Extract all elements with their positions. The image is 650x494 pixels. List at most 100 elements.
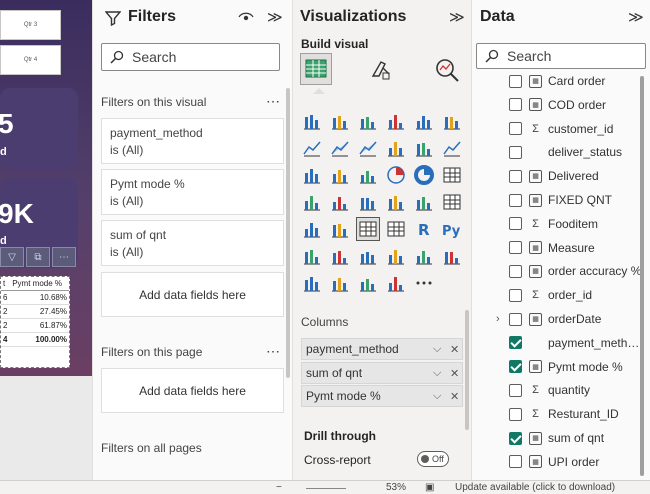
table-visual[interactable]: t Pymt mode % 6 10.68% 2 27.45% 2 61.87%… <box>0 276 70 368</box>
field-checkbox[interactable] <box>509 360 522 374</box>
search-input[interactable]: Search <box>476 43 646 69</box>
field-row[interactable]: Σquantity <box>472 379 642 401</box>
search-input[interactable]: Search <box>101 43 280 71</box>
r-script-icon[interactable]: R <box>413 218 435 240</box>
waterfall-icon[interactable] <box>301 164 323 186</box>
100-column-icon[interactable] <box>441 110 463 132</box>
zoom-level[interactable]: 53% <box>386 482 406 493</box>
chevron-down-icon[interactable]: ⌵ <box>433 367 441 380</box>
field-row[interactable]: ▦ Measure <box>472 237 642 259</box>
qa-icon[interactable] <box>357 245 379 267</box>
field-checkbox[interactable] <box>509 288 522 302</box>
remove-icon[interactable]: ✕ <box>450 367 459 380</box>
field-row[interactable]: payment_meth… <box>472 332 642 354</box>
ribbon-icon[interactable] <box>441 137 463 159</box>
donut-icon[interactable] <box>413 164 435 186</box>
scrollbar[interactable] <box>640 76 644 476</box>
key-influencers-icon[interactable] <box>301 245 323 267</box>
column-well-item[interactable]: sum of qnt ⌵ ✕ <box>301 362 463 384</box>
power-apps-icon[interactable] <box>301 272 323 294</box>
field-row[interactable]: ▦ sum of qnt <box>472 427 642 449</box>
collapse-pane-icon[interactable]: ≫ <box>267 8 283 26</box>
field-row[interactable]: Σcustomer_id <box>472 118 642 140</box>
filter-icon[interactable]: ▽ <box>0 247 24 267</box>
field-checkbox[interactable] <box>509 383 522 397</box>
field-checkbox[interactable] <box>509 193 522 207</box>
filled-map-icon[interactable] <box>329 191 351 213</box>
arrow-icon[interactable] <box>385 272 407 294</box>
more-options-icon[interactable]: ⋯ <box>266 93 280 110</box>
chevron-down-icon[interactable]: ⌵ <box>433 390 441 403</box>
column-well-item[interactable]: payment_method ⌵ ✕ <box>301 338 463 360</box>
field-checkbox[interactable] <box>509 336 522 350</box>
field-checkbox[interactable] <box>509 431 522 445</box>
field-row[interactable]: Σorder_id <box>472 284 642 306</box>
line-clustered-icon[interactable] <box>413 137 435 159</box>
matrix-icon[interactable] <box>385 218 407 240</box>
format-brush-icon[interactable] <box>369 58 393 82</box>
eye-icon[interactable] <box>238 11 254 23</box>
paginated-icon[interactable] <box>441 245 463 267</box>
field-checkbox[interactable] <box>509 217 522 231</box>
stacked-area-icon[interactable] <box>357 137 379 159</box>
tab-fields[interactable] <box>300 53 332 85</box>
field-row[interactable]: Σ Fooditem <box>472 213 642 235</box>
clustered-column-icon[interactable] <box>385 110 407 132</box>
field-checkbox[interactable] <box>509 169 522 183</box>
goals-icon[interactable] <box>413 245 435 267</box>
filter-card[interactable]: payment_method is (All) <box>101 118 284 164</box>
slicer-button-qtr3[interactable]: Qtr 3 <box>0 10 61 40</box>
map-icon[interactable] <box>301 191 323 213</box>
field-row[interactable]: ▦ order accuracy % <box>472 260 642 282</box>
remove-icon[interactable]: ✕ <box>450 390 459 403</box>
field-row[interactable]: ▦ UPI order <box>472 451 642 473</box>
focus-mode-icon[interactable]: ⧉ <box>26 247 50 267</box>
azure-map-icon[interactable] <box>357 191 379 213</box>
field-row[interactable]: ▦ Delivered <box>472 165 642 187</box>
more-options-icon[interactable]: ⋯ <box>266 343 280 360</box>
field-checkbox[interactable] <box>509 264 522 278</box>
scrollbar[interactable] <box>286 88 290 378</box>
line-icon[interactable] <box>301 137 323 159</box>
cross-report-toggle[interactable]: Off <box>417 451 449 467</box>
gauge-icon[interactable] <box>385 191 407 213</box>
pie-icon[interactable] <box>385 164 407 186</box>
scatter-icon[interactable] <box>357 164 379 186</box>
clustered-bar-icon[interactable] <box>357 110 379 132</box>
slicer-icon[interactable] <box>329 218 351 240</box>
report-canvas[interactable]: Qtr 3 Qtr 4 5 d 9K d ▽ ⧉ ⋯ t Pymt mode %… <box>0 0 92 376</box>
field-row[interactable]: ▦ Card order <box>472 70 642 92</box>
analytics-magnify-icon[interactable] <box>434 57 460 83</box>
more-icon[interactable] <box>413 272 435 294</box>
add-data-fields-dropzone[interactable]: Add data fields here <box>101 272 284 317</box>
diamond-icon[interactable] <box>357 272 379 294</box>
more-options-icon[interactable]: ⋯ <box>52 247 76 267</box>
zoom-slider[interactable] <box>306 488 346 489</box>
update-available-link[interactable]: Update available (click to download) <box>455 482 615 493</box>
100-bar-icon[interactable] <box>413 110 435 132</box>
decomposition-tree-icon[interactable] <box>329 245 351 267</box>
field-row[interactable]: › ▦ orderDate <box>472 308 642 330</box>
field-checkbox[interactable] <box>509 312 522 326</box>
kpi-icon[interactable] <box>301 218 323 240</box>
multi-row-card-icon[interactable] <box>441 191 463 213</box>
field-checkbox[interactable] <box>509 122 522 136</box>
field-checkbox[interactable] <box>509 241 522 255</box>
table-icon[interactable] <box>356 217 380 241</box>
stacked-bar-icon[interactable] <box>301 110 323 132</box>
field-row[interactable]: Σ Resturant_ID <box>472 403 642 425</box>
chevron-right-icon[interactable]: › <box>496 313 500 325</box>
field-checkbox[interactable] <box>509 455 522 469</box>
field-checkbox[interactable] <box>509 98 522 112</box>
field-checkbox[interactable] <box>509 145 522 159</box>
column-well-item[interactable]: Pymt mode % ⌵ ✕ <box>301 385 463 407</box>
zoom-out-icon[interactable]: − <box>276 482 282 493</box>
slicer-button-qtr4[interactable]: Qtr 4 <box>0 45 61 75</box>
narrative-icon[interactable] <box>385 245 407 267</box>
stacked-column-icon[interactable] <box>329 110 351 132</box>
remove-icon[interactable]: ✕ <box>450 343 459 356</box>
chevron-down-icon[interactable]: ⌵ <box>433 343 441 356</box>
add-data-fields-dropzone[interactable]: Add data fields here <box>101 368 284 413</box>
field-row[interactable]: ▦ COD order <box>472 94 642 116</box>
fit-page-icon[interactable]: ▣ <box>425 482 434 493</box>
